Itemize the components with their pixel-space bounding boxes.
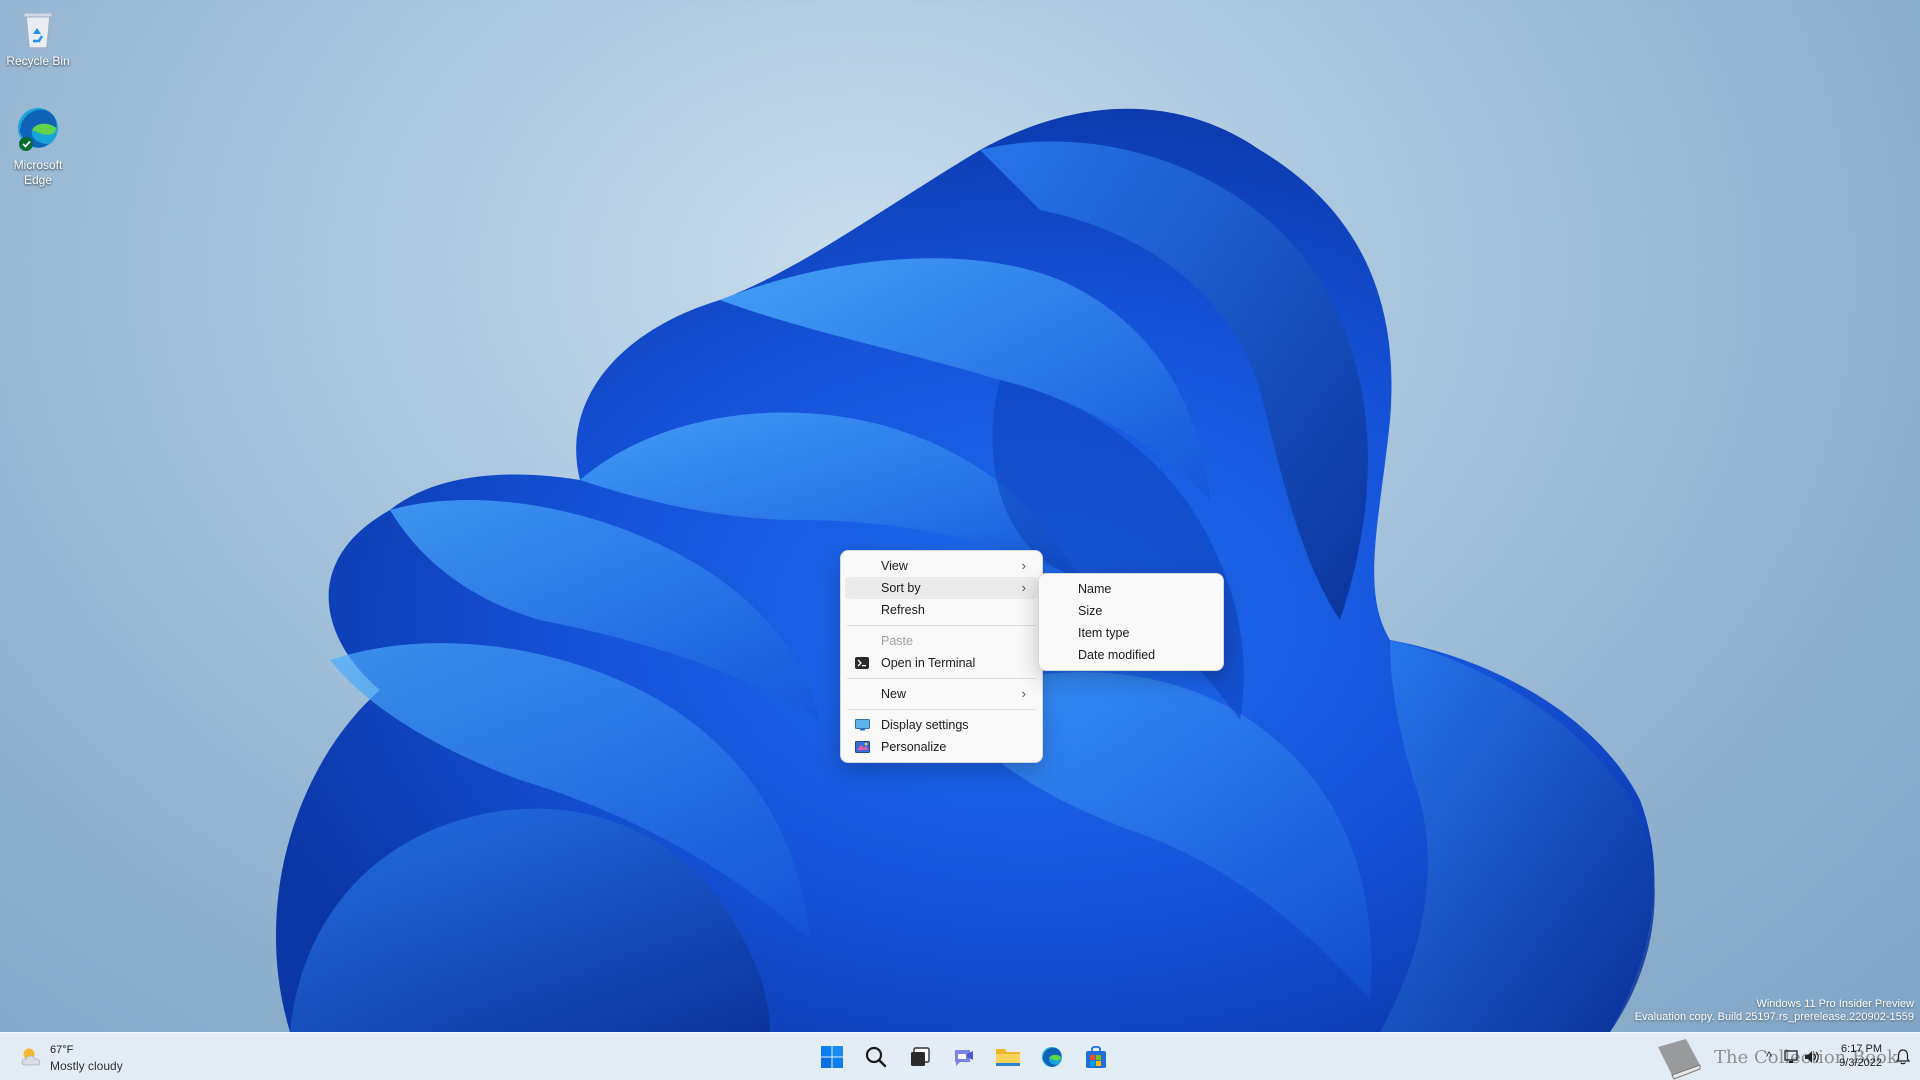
menu-item-sort-by-label: Sort by — [881, 581, 921, 595]
menu-item-view-label: View — [881, 559, 908, 573]
chat-button[interactable] — [944, 1039, 984, 1075]
menu-item-open-in-terminal-label: Open in Terminal — [881, 656, 976, 670]
task-view-icon — [911, 1047, 930, 1066]
chevron-right-icon: › — [1021, 686, 1026, 701]
menu-item-display-settings[interactable]: Display settings — [845, 714, 1038, 736]
menu-item-refresh[interactable]: Refresh — [845, 599, 1038, 621]
microsoft-edge-label: Microsoft Edge — [13, 158, 63, 187]
sort-option-item-type[interactable]: Item type — [1043, 622, 1219, 644]
menu-separator — [847, 709, 1036, 710]
recycle-bin-icon — [23, 12, 53, 49]
menu-item-open-in-terminal[interactable]: Open in Terminal — [845, 652, 1038, 674]
partly-cloudy-icon — [21, 1048, 41, 1066]
edge-icon — [1042, 1047, 1062, 1067]
clock-time: 6:17 PM — [1841, 1043, 1882, 1055]
menu-item-sort-by[interactable]: Sort by › — [845, 577, 1038, 599]
menu-item-new[interactable]: New › — [845, 683, 1038, 705]
chevron-up-icon[interactable]: ^ — [1766, 1049, 1772, 1064]
sort-option-item-type-label: Item type — [1078, 626, 1130, 640]
taskbar: 67°F Mostly cloudy The Collection Book ^… — [0, 1032, 1920, 1080]
taskbar-clock[interactable]: 6:17 PM 9/3/2022 — [1839, 1042, 1882, 1070]
task-view-button[interactable] — [900, 1039, 940, 1075]
menu-separator — [847, 625, 1036, 626]
recycle-bin-label: Recycle Bin — [6, 54, 70, 68]
network-icon[interactable] — [1784, 1050, 1800, 1064]
menu-item-personalize[interactable]: Personalize — [845, 736, 1038, 758]
file-explorer-icon — [996, 1049, 1020, 1066]
edge-button[interactable] — [1032, 1039, 1072, 1075]
menu-item-display-settings-label: Display settings — [881, 718, 969, 732]
watermark-build: Evaluation copy. Build 25197.rs_prerelea… — [1634, 1011, 1914, 1023]
volume-icon[interactable] — [1804, 1050, 1820, 1064]
weather-condition: Mostly cloudy — [50, 1059, 123, 1073]
file-explorer-button[interactable] — [988, 1039, 1028, 1075]
system-tray: The Collection Book ^ 6:17 PM 9/3/2022 — [1650, 1033, 1920, 1080]
taskbar-pinned-apps — [810, 1039, 1118, 1075]
desktop-icon-recycle-bin[interactable]: Recycle Bin — [0, 8, 76, 69]
chat-icon — [955, 1050, 973, 1066]
edge-icon — [18, 108, 58, 151]
sort-option-size[interactable]: Size — [1043, 600, 1219, 622]
sort-by-submenu: Name Size Item type Date modified — [1038, 573, 1224, 671]
desktop-wallpaper — [275, 108, 1655, 1032]
search-icon — [865, 1046, 887, 1068]
start-button[interactable] — [812, 1039, 852, 1075]
sort-option-date-modified[interactable]: Date modified — [1043, 644, 1219, 666]
personalize-icon — [855, 741, 870, 753]
notification-bell-icon[interactable] — [1896, 1049, 1910, 1065]
sort-option-size-label: Size — [1078, 604, 1103, 618]
menu-item-paste-label: Paste — [881, 634, 913, 648]
menu-item-personalize-label: Personalize — [881, 740, 947, 754]
menu-item-refresh-label: Refresh — [881, 603, 925, 617]
sort-option-date-modified-label: Date modified — [1078, 648, 1156, 662]
menu-separator — [847, 678, 1036, 679]
store-button[interactable] — [1076, 1039, 1116, 1075]
search-button[interactable] — [856, 1039, 896, 1075]
menu-item-new-label: New — [881, 687, 907, 701]
desktop-icon-microsoft-edge[interactable]: Microsoft Edge — [0, 104, 76, 188]
evaluation-watermark: Windows 11 Pro Insider Preview Evaluatio… — [1635, 998, 1914, 1024]
book-logo-icon — [1658, 1039, 1701, 1080]
chevron-right-icon: › — [1021, 558, 1026, 573]
display-icon — [855, 719, 870, 731]
terminal-icon — [855, 657, 869, 669]
sort-option-name-label: Name — [1078, 582, 1112, 596]
menu-item-view[interactable]: View › — [845, 555, 1038, 577]
clock-date: 9/3/2022 — [1839, 1057, 1882, 1069]
chevron-right-icon: › — [1021, 580, 1026, 595]
store-icon — [1086, 1045, 1106, 1068]
weather-temperature: 67°F — [50, 1044, 74, 1056]
sort-option-name[interactable]: Name — [1043, 578, 1219, 600]
menu-item-paste: Paste — [845, 630, 1038, 652]
watermark-edition: Windows 11 Pro Insider Preview — [1756, 998, 1914, 1010]
start-icon — [821, 1046, 843, 1068]
desktop-context-menu: View › Sort by › Refresh Paste Open in T… — [840, 550, 1043, 763]
